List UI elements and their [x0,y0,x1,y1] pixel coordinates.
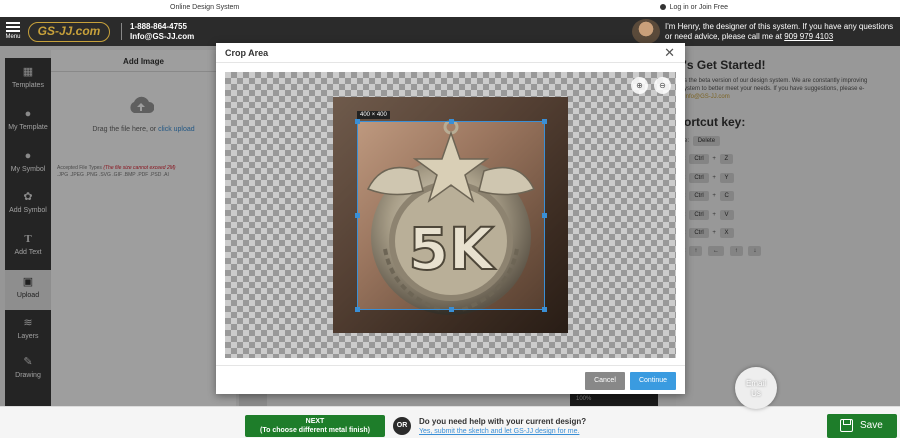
help-prompt: Do you need help with your current desig… [419,417,586,437]
login-area: Log in or Join Free [659,4,728,11]
header: Menu GS-JJ.com 1-888-864-4755 Info@GS-JJ… [0,17,900,46]
crop-handle[interactable] [355,119,360,124]
dialog-footer-divider [216,365,685,366]
top-strip: Online Design System Log in or Join Free [0,0,900,17]
submit-sketch-link[interactable]: Yes, submit the sketch and let GS-JJ des… [419,427,586,437]
next-sublabel: (To choose different metal finish) [260,427,370,434]
floppy-disk-icon [840,419,853,432]
menu-label: Menu [5,34,21,40]
email-us-button[interactable]: Email Us [735,367,777,409]
header-divider [121,23,122,40]
zoom-in-icon[interactable]: ⊕ [631,77,648,94]
crop-selection-box[interactable] [355,119,547,312]
email-us-label: Email [745,379,766,388]
crop-mask [545,97,568,333]
menu-button[interactable]: Menu [4,20,22,40]
crop-mask [333,97,357,333]
continue-button[interactable]: Continue [630,372,676,390]
login-link[interactable]: Log in [670,4,689,11]
crop-canvas[interactable]: ⊕ ⊖ 5K 400 × 400 [225,72,676,358]
designer-avatar [632,19,660,44]
crop-handle[interactable] [355,213,360,218]
phone-number: 1-888-864-4755 [130,22,187,31]
crop-handle[interactable] [542,213,547,218]
crop-handle[interactable] [542,119,547,124]
crop-size-label: 400 × 400 [357,111,390,119]
designer-message: I'm Henry, the designer of this system. … [665,22,897,42]
or-badge: OR [393,417,411,435]
next-button[interactable]: NEXT (To choose different metal finish) [245,415,385,437]
save-label: Save [860,420,883,431]
next-label: NEXT [305,418,325,425]
crop-handle[interactable] [542,307,547,312]
cancel-button[interactable]: Cancel [585,372,625,390]
user-icon [659,4,666,10]
close-icon[interactable]: ✕ [664,45,675,61]
email-us-label: Us [751,389,761,398]
designer-phone[interactable]: 909 979 4103 [784,32,833,41]
hamburger-icon [6,22,20,24]
crop-mask [357,310,545,333]
hamburger-icon-bar [6,26,20,28]
email-address[interactable]: Info@GS-JJ.com [130,32,194,42]
save-button[interactable]: Save [827,414,897,438]
or-text: or [690,4,697,11]
designer-text: I'm Henry, the designer of this system. … [665,22,894,41]
hamburger-icon-bar [6,30,20,32]
dialog-title: Crop Area [225,48,269,58]
dialog-divider [216,62,685,63]
contact-info: 1-888-864-4755 Info@GS-JJ.com [130,22,194,42]
crop-handle[interactable] [449,119,454,124]
logo[interactable]: GS-JJ.com [28,22,110,42]
join-link[interactable]: Join Free [699,4,728,11]
bottom-bar: NEXT (To choose different metal finish) … [0,406,900,438]
crop-handle[interactable] [355,307,360,312]
system-title: Online Design System [170,4,240,11]
help-question: Do you need help with your current desig… [419,417,587,426]
crop-handle[interactable] [449,307,454,312]
zoom-out-icon[interactable]: ⊖ [654,77,671,94]
crop-area-dialog: Crop Area ✕ ⊕ ⊖ 5K 400 × 400 Cancel Cont… [216,43,685,394]
